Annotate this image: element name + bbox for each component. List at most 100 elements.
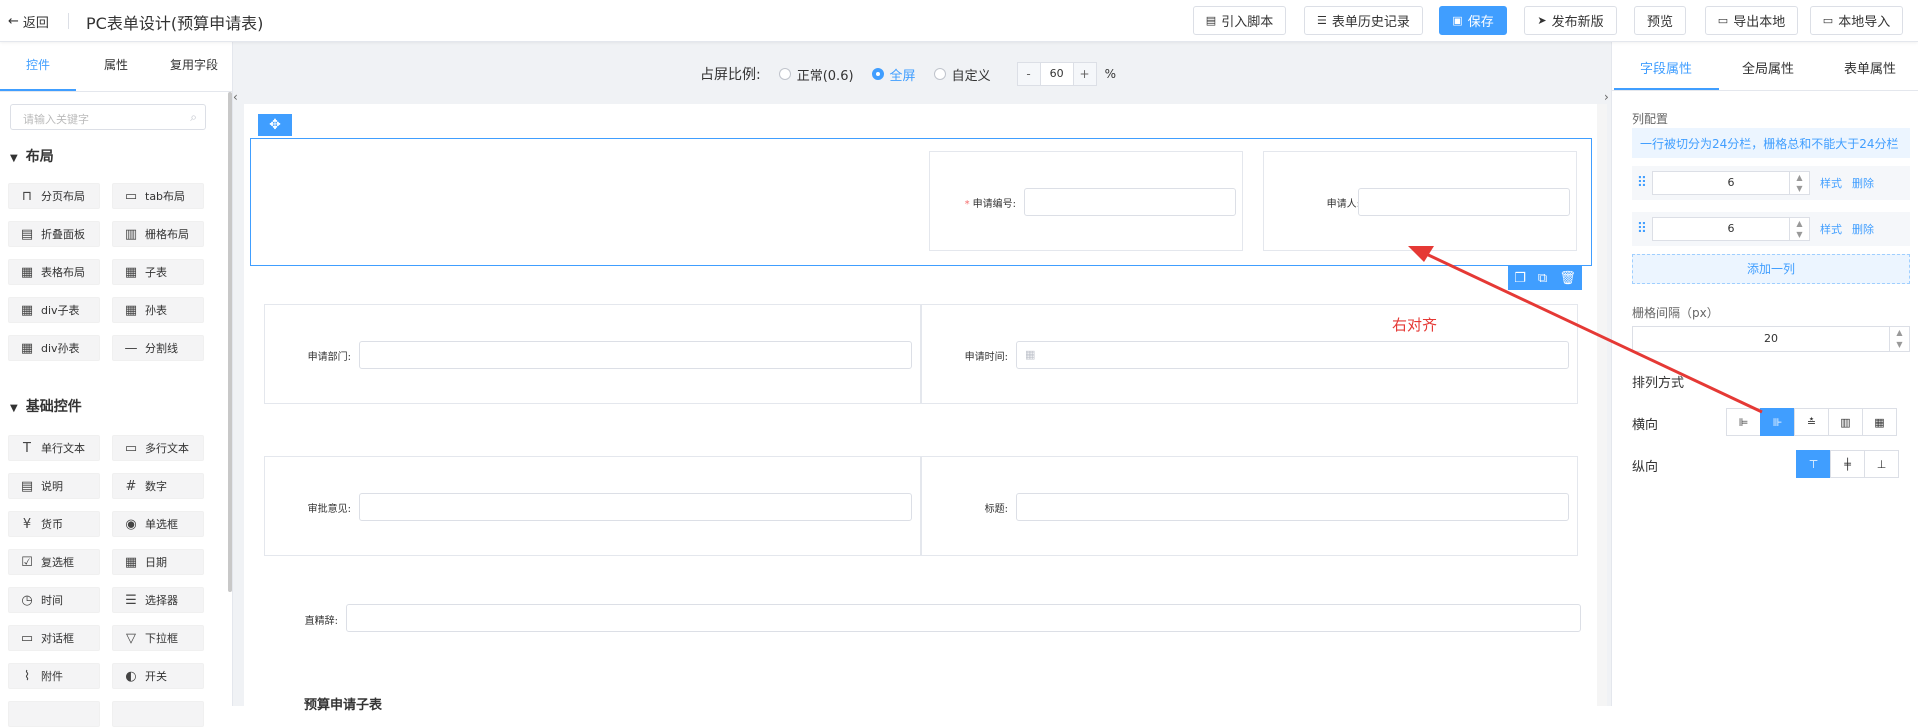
search-input[interactable]: 请输入关键字 ⌕ xyxy=(10,104,206,130)
component-description[interactable]: ▤ 说明 xyxy=(8,473,100,499)
import-local-button[interactable]: ▭ 本地导入 xyxy=(1810,6,1903,35)
drag-handle-icon[interactable]: ⠿ xyxy=(1632,221,1652,237)
component-single-line-text[interactable]: T 单行文本 xyxy=(8,435,100,461)
component-switch[interactable]: ◐ 开关 xyxy=(112,663,204,689)
spin-arrows-icon[interactable]: ▲ ▼ xyxy=(1789,218,1809,240)
section-basic-controls[interactable]: ▼ 基础控件 xyxy=(10,396,82,416)
increment-button[interactable]: + xyxy=(1073,63,1096,85)
style-link[interactable]: 样式 xyxy=(1820,175,1842,191)
trash-icon[interactable]: 🗑 xyxy=(1559,271,1576,286)
align-right-icon[interactable]: ⊪ xyxy=(1760,408,1795,436)
align-bottom-icon[interactable]: ⊥ xyxy=(1864,450,1899,478)
component-selector[interactable]: ☰ 选择器 xyxy=(112,587,204,613)
tab-properties[interactable]: 属性 xyxy=(104,56,128,73)
drag-handle-icon[interactable]: ⠿ xyxy=(1632,175,1652,191)
copy-icon[interactable]: ❐ xyxy=(1514,271,1526,286)
gutter-input[interactable]: 20 ▲ ▼ xyxy=(1632,326,1910,352)
grid-cell[interactable]: 标题: xyxy=(921,456,1578,556)
ratio-stepper[interactable]: - 60 + xyxy=(1016,62,1097,86)
percent-unit: % xyxy=(1104,67,1116,81)
component-div-grandchild-table[interactable]: ▦ div孙表 xyxy=(8,335,100,361)
vertical-align-group: ⊤ ╪ ⊥ xyxy=(1796,450,1899,478)
grid-cell[interactable]: 申请部门: xyxy=(264,304,921,404)
component-tab-layout[interactable]: ▭ tab布局 xyxy=(112,183,204,209)
publish-button[interactable]: ➤ 发布新版 xyxy=(1524,6,1617,35)
component-divider[interactable]: — 分割线 xyxy=(112,335,204,361)
approval-opinion-input[interactable] xyxy=(359,493,912,521)
space-around-icon[interactable]: ▦ xyxy=(1862,408,1897,436)
component-radio[interactable]: ◉ 单选框 xyxy=(112,511,204,537)
component-multi-line-text[interactable]: ▭ 多行文本 xyxy=(112,435,204,461)
department-input[interactable] xyxy=(359,341,912,369)
tab-form-properties[interactable]: 表单属性 xyxy=(1844,58,1896,77)
applicant-input[interactable] xyxy=(1358,188,1570,216)
back-button[interactable]: ← 返回 xyxy=(8,12,49,31)
radio-custom[interactable]: 自定义 xyxy=(933,65,991,84)
section-layout[interactable]: ▼ 布局 xyxy=(10,146,54,166)
column-span-input[interactable]: 6 ▲ ▼ xyxy=(1652,217,1810,241)
component-more[interactable] xyxy=(8,701,100,727)
align-left-icon[interactable]: ⊫ xyxy=(1726,408,1761,436)
list-icon: ☰ xyxy=(125,592,137,608)
spin-arrows-icon[interactable]: ▲ ▼ xyxy=(1889,327,1909,351)
component-dialog[interactable]: ▭ 对话框 xyxy=(8,625,100,651)
component-checkbox[interactable]: ☑ 复选框 xyxy=(8,549,100,575)
component-date[interactable]: ▦ 日期 xyxy=(112,549,204,575)
component-more[interactable] xyxy=(112,701,204,727)
tab-global-properties[interactable]: 全局属性 xyxy=(1742,58,1794,77)
calendar-icon: ▦ xyxy=(124,554,138,570)
tab-reuse-fields[interactable]: 复用字段 xyxy=(170,56,218,73)
grid-cell[interactable]: 申请人: xyxy=(1263,151,1577,251)
table-icon: ▦ xyxy=(20,264,34,280)
component-grandchild-table[interactable]: ▦ 孙表 xyxy=(112,297,204,323)
save-button[interactable]: ▣ 保存 xyxy=(1439,6,1507,35)
delete-link[interactable]: 删除 xyxy=(1852,175,1874,191)
component-subtable[interactable]: ▦ 子表 xyxy=(112,259,204,285)
add-column-button[interactable]: 添加一列 xyxy=(1632,254,1910,284)
align-center-icon[interactable]: ≛ xyxy=(1794,408,1829,436)
import-script-button[interactable]: ▤ 引入脚本 xyxy=(1193,6,1286,35)
page-layout-icon: ⊓ xyxy=(21,188,33,204)
move-handle-icon[interactable]: ✥ xyxy=(258,114,292,136)
radio-fullscreen[interactable]: 全屏 xyxy=(871,65,916,84)
component-collapse-panel[interactable]: ▤ 折叠面板 xyxy=(8,221,100,247)
component-time[interactable]: ◷ 时间 xyxy=(8,587,100,613)
grid-cell[interactable]: * 申请编号: xyxy=(929,151,1243,251)
form-history-button[interactable]: ☰ 表单历史记录 xyxy=(1304,6,1423,35)
component-number[interactable]: # 数字 xyxy=(112,473,204,499)
vertical-label: 纵向 xyxy=(1632,460,1659,475)
duplicate-icon[interactable]: ⧉ xyxy=(1538,271,1547,286)
align-top-icon[interactable]: ⊤ xyxy=(1796,450,1831,478)
radio-dot xyxy=(933,68,946,80)
grid-cell[interactable]: 审批意见: xyxy=(264,456,921,556)
application-date-input[interactable]: ▦ xyxy=(1016,341,1569,369)
ratio-value[interactable]: 60 xyxy=(1039,63,1074,85)
component-attachment[interactable]: ⌇ 附件 xyxy=(8,663,100,689)
component-dropdown[interactable]: ▽ 下拉框 xyxy=(112,625,204,651)
component-div-subtable[interactable]: ▦ div子表 xyxy=(8,297,100,323)
application-number-input[interactable] xyxy=(1024,188,1236,216)
collapse-left-icon[interactable]: ‹ xyxy=(233,90,241,106)
history-icon: ☰ xyxy=(1317,14,1327,27)
align-middle-icon[interactable]: ╪ xyxy=(1830,450,1865,478)
export-local-button[interactable]: ▭ 导出本地 xyxy=(1705,6,1798,35)
space-between-icon[interactable]: ▥ xyxy=(1828,408,1863,436)
scrollbar[interactable] xyxy=(228,92,232,592)
canvas-scrollbar[interactable] xyxy=(1597,104,1607,706)
component-currency[interactable]: ¥ 货币 xyxy=(8,511,100,537)
spin-arrows-icon[interactable]: ▲ ▼ xyxy=(1789,172,1809,194)
title-input[interactable] xyxy=(1016,493,1569,521)
component-page-layout[interactable]: ⊓ 分页布局 xyxy=(8,183,100,209)
radio-normal[interactable]: 正常(0.6) xyxy=(778,65,854,84)
decrement-button[interactable]: - xyxy=(1017,63,1040,85)
delete-link[interactable]: 删除 xyxy=(1852,221,1874,237)
approver-input[interactable] xyxy=(346,604,1581,632)
style-link[interactable]: 样式 xyxy=(1820,221,1842,237)
component-table-layout[interactable]: ▦ 表格布局 xyxy=(8,259,100,285)
grid-cell[interactable]: 申请时间: ▦ xyxy=(921,304,1578,404)
column-span-input[interactable]: 6 ▲ ▼ xyxy=(1652,171,1810,195)
preview-button[interactable]: 预览 xyxy=(1634,6,1686,35)
tab-controls[interactable]: 控件 xyxy=(26,56,50,73)
component-grid-layout[interactable]: ▥ 栅格布局 xyxy=(112,221,204,247)
tab-field-properties[interactable]: 字段属性 xyxy=(1640,58,1692,77)
